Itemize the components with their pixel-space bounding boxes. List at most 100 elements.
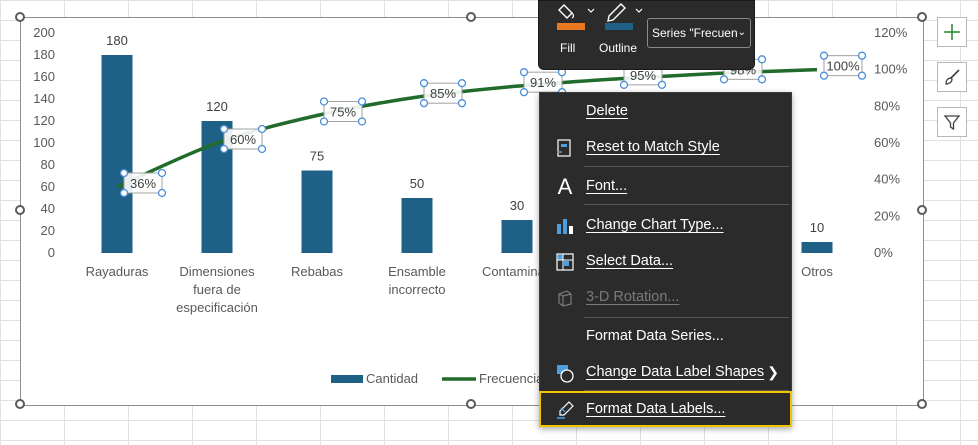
bar-data-label[interactable]: 75 — [310, 149, 324, 164]
line-data-label[interactable]: 60% — [230, 132, 256, 147]
resize-handle-bottom-right[interactable] — [917, 399, 927, 409]
y-tick-label: 140 — [33, 91, 55, 106]
chart-legend[interactable]: Cantidad Frecuencia — [331, 371, 544, 386]
menu-item-3d-rotation: 3-D Rotation... — [540, 280, 791, 314]
resize-handle-mid-left[interactable] — [15, 205, 25, 215]
category-label: Dimensiones — [179, 264, 255, 279]
label-selection-handle[interactable] — [219, 124, 229, 134]
category-label: Rayaduras — [86, 264, 149, 279]
y-tick-label: 160 — [33, 69, 55, 84]
pareto-chart[interactable]: 0 20 40 60 80 100 120 140 160 180 200 0% 20% 40% 60% 8… — [0, 0, 978, 445]
line-data-label[interactable]: 85% — [430, 86, 456, 101]
outline-button[interactable]: Outline — [599, 1, 645, 69]
line-data-label[interactable]: 91% — [530, 75, 556, 90]
label-selection-handle[interactable] — [357, 97, 367, 106]
chevron-down-icon: ⌄ — [737, 27, 746, 38]
label-selection-handle[interactable] — [357, 117, 367, 126]
filter-icon — [943, 115, 961, 131]
line-data-label[interactable]: 75% — [330, 105, 356, 120]
menu-item-change-chart-type[interactable]: Change Chart Type... — [540, 208, 791, 242]
menu-item-format-data-labels[interactable]: Format Data Labels... — [539, 391, 792, 427]
select-data-icon — [554, 251, 576, 273]
chart-styles-button[interactable] — [937, 62, 967, 92]
resize-handle-mid-right[interactable] — [917, 205, 927, 215]
category-label: especificación — [176, 300, 258, 315]
label-selection-handle[interactable] — [119, 188, 129, 198]
bar[interactable] — [101, 55, 133, 253]
menu-item-font[interactable]: A Font... — [540, 169, 791, 203]
label-selection-handle[interactable] — [657, 80, 667, 89]
resize-handle-bottom-mid[interactable] — [466, 399, 476, 409]
format-labels-icon — [554, 399, 576, 421]
label-selection-handle[interactable] — [419, 79, 429, 88]
y-tick-label: 40 — [41, 201, 55, 216]
label-selection-handle[interactable] — [119, 168, 129, 178]
legend-label-frecuencia[interactable]: Frecuencia — [479, 371, 544, 386]
menu-item-label: Reset to Match Style — [586, 139, 720, 155]
label-selection-handle[interactable] — [257, 124, 267, 134]
chart-elements-button[interactable] — [937, 17, 967, 47]
y-tick-label: 80 — [41, 157, 55, 172]
bar[interactable] — [801, 242, 833, 253]
label-selection-handle[interactable] — [157, 188, 167, 198]
menu-item-reset-to-match-style[interactable]: Reset to Match Style — [540, 130, 791, 164]
menu-item-label: Font... — [586, 178, 628, 194]
bar-data-label[interactable]: 120 — [206, 99, 228, 114]
label-selection-handle[interactable] — [319, 117, 329, 126]
menu-item-label: Select Data... — [586, 253, 674, 269]
chevron-right-icon: ❯ — [767, 364, 779, 380]
label-selection-handle[interactable] — [519, 88, 529, 97]
y-tick-label: 0 — [48, 245, 55, 260]
label-selection-handle[interactable] — [857, 71, 867, 80]
chart-elements-selected-value: Series "Frecuen — [652, 26, 738, 40]
resize-handle-top-left[interactable] — [15, 12, 25, 22]
y2-tick-label: 100% — [874, 62, 908, 77]
chart-elements-dropdown[interactable]: Series "Frecuen ⌄ — [647, 18, 751, 48]
y-tick-label: 100 — [33, 135, 55, 150]
menu-item-label: Format Data Labels... — [586, 401, 726, 417]
line-data-label[interactable]: 95% — [630, 68, 656, 83]
resize-handle-top-right[interactable] — [917, 12, 927, 22]
menu-item-select-data[interactable]: Select Data... — [540, 244, 791, 278]
y2-tick-label: 0% — [874, 245, 893, 260]
label-selection-handle[interactable] — [319, 97, 329, 106]
label-selection-handle[interactable] — [719, 75, 729, 84]
y-tick-label: 20 — [41, 223, 55, 238]
label-selection-handle[interactable] — [819, 51, 829, 60]
label-selection-handle[interactable] — [157, 168, 167, 178]
bar[interactable] — [401, 198, 433, 253]
category-label: incorrecto — [388, 282, 445, 297]
line-data-label[interactable]: 100% — [826, 59, 860, 74]
bar-data-label[interactable]: 50 — [410, 176, 424, 191]
label-selection-handle[interactable] — [519, 68, 529, 77]
line-data-label[interactable]: 36% — [130, 176, 156, 191]
pen-icon — [605, 3, 643, 30]
menu-item-change-data-label-shapes[interactable]: Change Data Label Shapes ❯ — [540, 355, 791, 389]
menu-item-delete[interactable]: Delete — [540, 94, 791, 128]
label-selection-handle[interactable] — [857, 51, 867, 60]
label-selection-handle[interactable] — [757, 55, 767, 64]
menu-separator — [584, 166, 789, 167]
label-selection-handle[interactable] — [419, 99, 429, 108]
bar-data-label[interactable]: 10 — [810, 220, 824, 235]
label-selection-handle[interactable] — [457, 79, 467, 88]
bar[interactable] — [501, 220, 533, 253]
label-selection-handle[interactable] — [757, 75, 767, 84]
label-selection-handle[interactable] — [219, 144, 229, 154]
resize-handle-bottom-left[interactable] — [15, 399, 25, 409]
chart-filters-button[interactable] — [937, 107, 967, 137]
y2-tick-label: 20% — [874, 208, 900, 223]
legend-label-cantidad[interactable]: Cantidad — [366, 371, 418, 386]
category-label: Otros — [801, 264, 833, 279]
label-selection-handle[interactable] — [457, 99, 467, 108]
fill-button[interactable]: Fill — [553, 1, 597, 69]
bar-data-label[interactable]: 30 — [510, 198, 524, 213]
menu-item-format-data-series[interactable]: Format Data Series... — [540, 319, 791, 353]
outline-label: Outline — [599, 41, 638, 55]
label-selection-handle[interactable] — [619, 80, 629, 89]
bar-data-label[interactable]: 180 — [106, 33, 128, 48]
label-selection-handle[interactable] — [257, 144, 267, 154]
bar[interactable] — [301, 170, 333, 254]
label-selection-handle[interactable] — [819, 71, 829, 80]
resize-handle-top-mid[interactable] — [466, 12, 476, 22]
